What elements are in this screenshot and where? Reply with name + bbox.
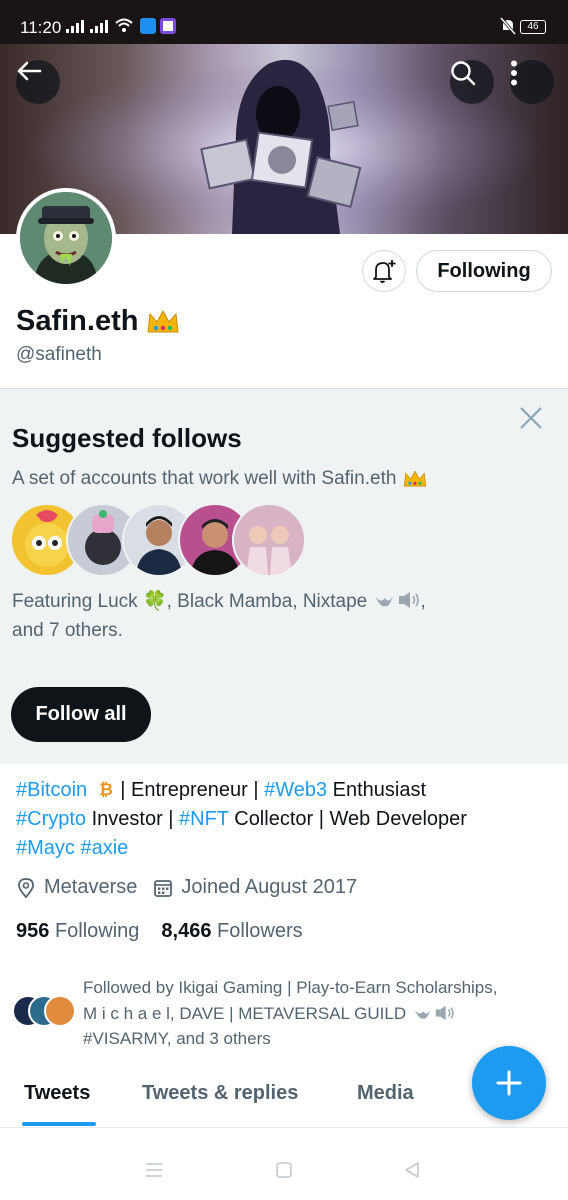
ape-avatar-image [20, 192, 112, 284]
following-count: 956 [16, 920, 50, 942]
hashtag-link[interactable]: #Mayc [16, 837, 75, 859]
followed-by-text: Followed by Ikigai Gaming | Play-to-Earn… [83, 975, 557, 1052]
home-icon[interactable] [274, 1160, 294, 1180]
bio-line: #Crypto Investor | #NFT Collector | Web … [16, 805, 556, 834]
status-time: 11:20 [20, 18, 62, 37]
suggested-title: Suggested follows [12, 423, 242, 453]
plus-icon [496, 1070, 522, 1096]
featuring-text: Featuring Luck 🍀, Black Mamba, Nixtape [12, 591, 368, 612]
system-navigation-bar [0, 1140, 568, 1200]
profile-avatar[interactable] [16, 188, 116, 288]
followers-count-label: Followers [217, 920, 303, 942]
messenger-icon [160, 18, 176, 34]
crown-emoji-icon [147, 309, 180, 332]
bio-line: #Mayc #axie [16, 834, 556, 863]
bat-speaker-emoji-icon [374, 592, 419, 608]
display-name: Safin.eth [16, 305, 139, 337]
bio-line: #Bitcoin ₿ | Entrepreneur | #Web3 Enthus… [16, 776, 556, 805]
following-count-label: Following [54, 920, 140, 942]
suggested-avatars[interactable] [10, 503, 310, 577]
followed-by-line2: M i c h a e l, DAVE | METAVERSAL GUILD [83, 1001, 557, 1027]
location-text: Metaverse [44, 876, 138, 898]
crown-emoji-icon [404, 470, 427, 487]
featuring-others: and 7 others. [12, 620, 123, 641]
followers-count: 8,466 [161, 920, 212, 942]
svg-text:₿: ₿ [99, 780, 113, 799]
calendar-icon [154, 879, 173, 897]
hashtag-link[interactable]: #axie [80, 837, 128, 859]
bell-plus-icon [373, 260, 396, 283]
location-pin-icon [18, 877, 34, 898]
suggested-avatar[interactable] [232, 503, 306, 577]
status-bar: 11:20 46 [0, 0, 568, 44]
bio-text: Enthusiast [327, 779, 427, 801]
following-count-link[interactable]: 956 Following [16, 920, 139, 943]
person-avatar-image [246, 526, 292, 575]
compose-tweet-button[interactable] [472, 1046, 546, 1120]
hashtag-link[interactable]: #Web3 [264, 779, 327, 801]
followed-by-line: Followed by Ikigai Gaming | Play-to-Earn… [83, 978, 498, 997]
bio-text: | Entrepreneur | [114, 779, 265, 801]
joined-item: Joined August 2017 [153, 876, 357, 899]
followed-by-line-text: M i c h a e l, DAVE | METAVERSAL GUILD [83, 1003, 407, 1023]
followed-by-line: #VISARMY, and 3 others [83, 1029, 271, 1048]
active-tab-indicator [22, 1122, 96, 1126]
suggested-follows-card: Suggested follows A set of accounts that… [0, 388, 568, 764]
more-vertical-icon [511, 60, 517, 86]
follow-all-button[interactable]: Follow all [11, 687, 151, 742]
signal-icon [66, 20, 84, 33]
app-notification-icon [140, 18, 156, 34]
follow-counts: 956 Following 8,466 Followers [16, 920, 303, 943]
close-icon[interactable] [518, 405, 544, 431]
wifi-icon [115, 18, 133, 32]
hashtag-link[interactable]: #Crypto [16, 808, 86, 830]
more-options-button[interactable] [510, 60, 554, 104]
back-button[interactable] [16, 60, 60, 104]
profile-handle: @safineth [16, 344, 102, 365]
tab-tweets-and-replies[interactable]: Tweets & replies [142, 1082, 298, 1105]
profile-meta: Metaverse Joined August 2017 [16, 876, 373, 899]
suggested-featuring: Featuring Luck 🍀, Black Mamba, Nixtape ,… [12, 591, 426, 641]
followed-by-avatars [12, 995, 82, 1029]
mini-avatar [44, 995, 76, 1027]
tab-media[interactable]: Media [357, 1082, 414, 1105]
tab-tweets[interactable]: Tweets [24, 1082, 90, 1105]
notification-bell-button[interactable] [362, 250, 406, 292]
followers-count-link[interactable]: 8,466 Followers [161, 920, 302, 943]
search-icon [451, 61, 476, 86]
following-button[interactable]: Following [416, 250, 552, 292]
mute-icon [500, 17, 516, 35]
hashtag-link[interactable]: #Bitcoin [16, 779, 87, 801]
profile-bio: #Bitcoin ₿ | Entrepreneur | #Web3 Enthus… [16, 776, 556, 863]
joined-text: Joined August 2017 [181, 876, 358, 898]
hashtag-link[interactable]: #NFT [179, 808, 229, 830]
bitcoin-emoji-icon: ₿ [99, 780, 113, 800]
menu-icon[interactable] [144, 1160, 164, 1180]
profile-name: Safin.eth [16, 305, 180, 338]
suggested-description: A set of accounts that work well with Sa… [12, 468, 428, 490]
search-button[interactable] [450, 60, 494, 104]
location-item: Metaverse [16, 876, 137, 899]
bio-text: Collector | Web Developer [228, 808, 467, 830]
bat-speaker-emoji-icon [414, 1005, 454, 1020]
suggested-description-text: A set of accounts that work well with Sa… [12, 468, 397, 489]
signal-icon [90, 20, 108, 33]
battery-icon: 46 [520, 20, 546, 34]
arrow-left-icon [17, 61, 42, 81]
back-triangle-icon[interactable] [402, 1160, 422, 1180]
bio-text: Investor | [86, 808, 180, 830]
